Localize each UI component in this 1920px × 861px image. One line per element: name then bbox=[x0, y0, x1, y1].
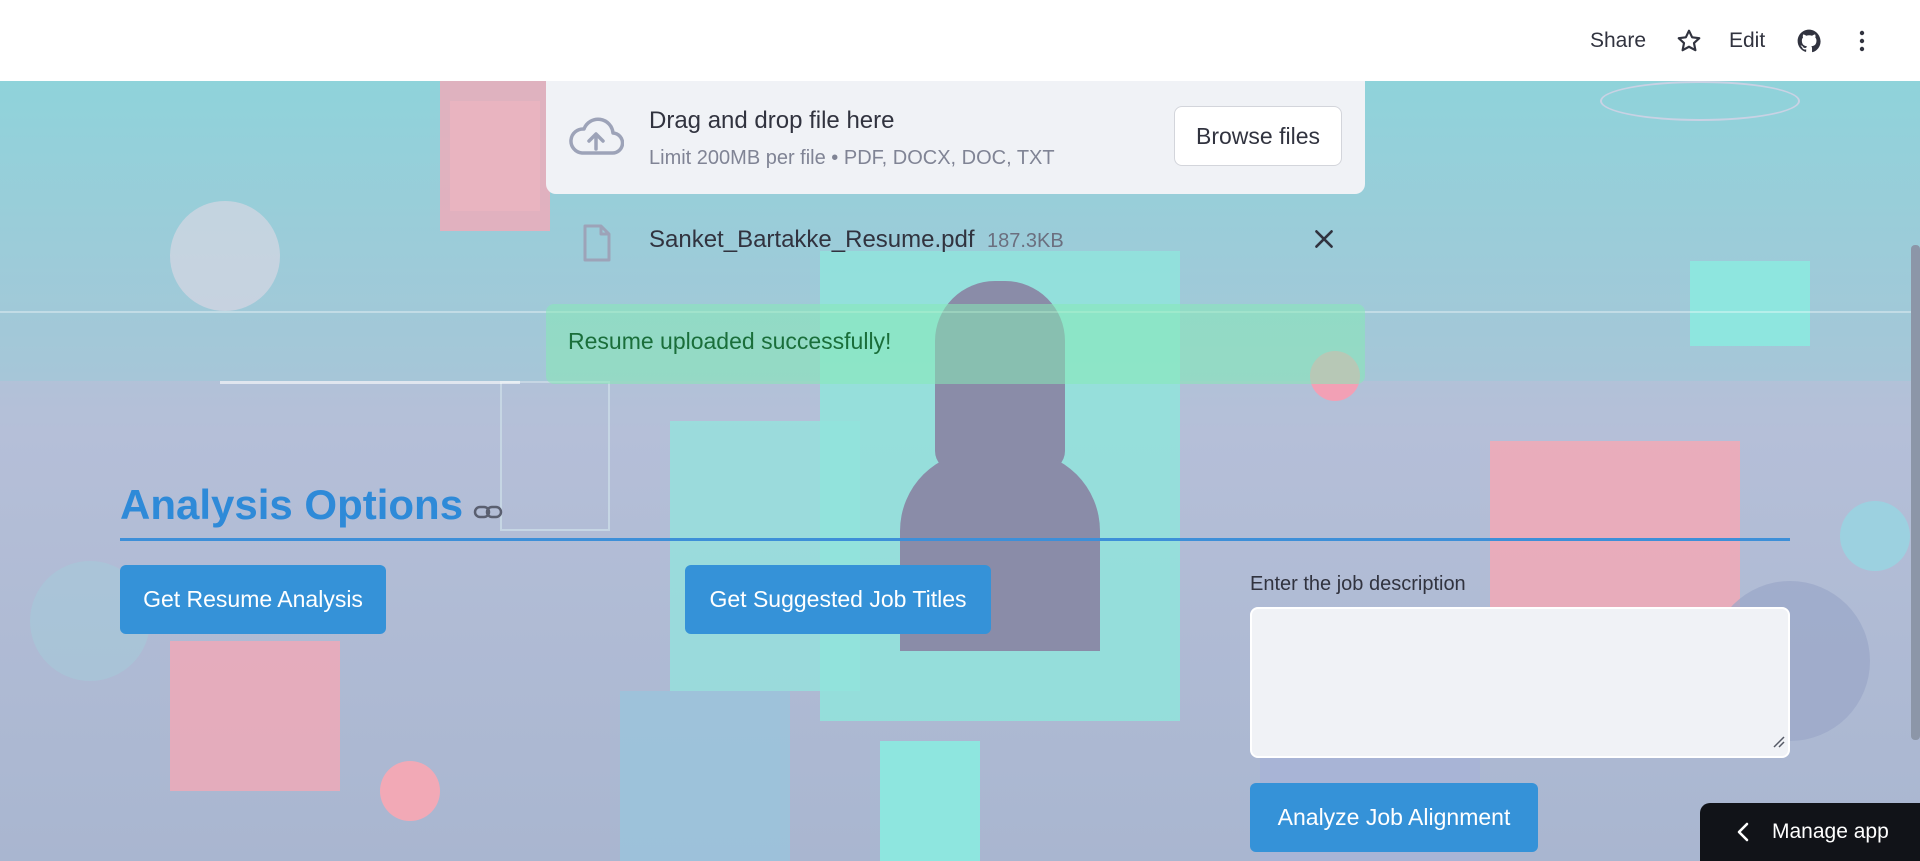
dropzone-limit-text: Limit 200MB per file • PDF, DOCX, DOC, T… bbox=[649, 147, 1055, 169]
uploaded-file-name: Sanket_Bartakke_Resume.pdf bbox=[649, 226, 975, 253]
job-description-textarea[interactable] bbox=[1250, 607, 1790, 758]
manage-app-label: Manage app bbox=[1772, 820, 1889, 843]
job-description-label: Enter the job description bbox=[1250, 573, 1466, 595]
file-icon bbox=[582, 224, 612, 267]
app-header: Share Edit bbox=[0, 0, 1920, 81]
get-suggested-job-titles-button[interactable]: Get Suggested Job Titles bbox=[685, 565, 991, 634]
github-icon[interactable] bbox=[1796, 0, 1822, 81]
analyze-job-alignment-button[interactable]: Analyze Job Alignment bbox=[1250, 783, 1538, 852]
file-dropzone[interactable]: Drag and drop file here Limit 200MB per … bbox=[546, 81, 1365, 194]
chevron-left-icon bbox=[1736, 822, 1750, 842]
get-resume-analysis-button[interactable]: Get Resume Analysis bbox=[120, 565, 386, 634]
page-scrollbar[interactable] bbox=[1911, 245, 1920, 740]
cloud-upload-icon bbox=[568, 115, 625, 162]
kebab-menu-icon[interactable] bbox=[1850, 0, 1874, 81]
remove-file-close-icon[interactable] bbox=[1311, 226, 1337, 257]
dropzone-title: Drag and drop file here bbox=[649, 107, 895, 134]
section-divider bbox=[120, 538, 1790, 541]
success-alert: Resume uploaded successfully! bbox=[546, 304, 1365, 384]
section-title-text: Analysis Options bbox=[120, 481, 464, 528]
success-alert-message: Resume uploaded successfully! bbox=[568, 328, 892, 354]
edit-button[interactable]: Edit bbox=[1729, 0, 1765, 81]
analysis-options-heading: Analysis Options bbox=[120, 478, 503, 532]
resize-grip-icon[interactable] bbox=[1771, 734, 1785, 753]
browse-files-button[interactable]: Browse files bbox=[1174, 106, 1342, 166]
anchor-link-icon[interactable] bbox=[473, 484, 503, 532]
share-button[interactable]: Share bbox=[1590, 0, 1646, 81]
uploaded-file-row: Sanket_Bartakke_Resume.pdf 187.3KB bbox=[546, 214, 1365, 272]
star-icon[interactable] bbox=[1676, 0, 1702, 81]
manage-app-button[interactable]: Manage app bbox=[1700, 803, 1920, 861]
uploaded-file-size: 187.3KB bbox=[987, 230, 1064, 252]
